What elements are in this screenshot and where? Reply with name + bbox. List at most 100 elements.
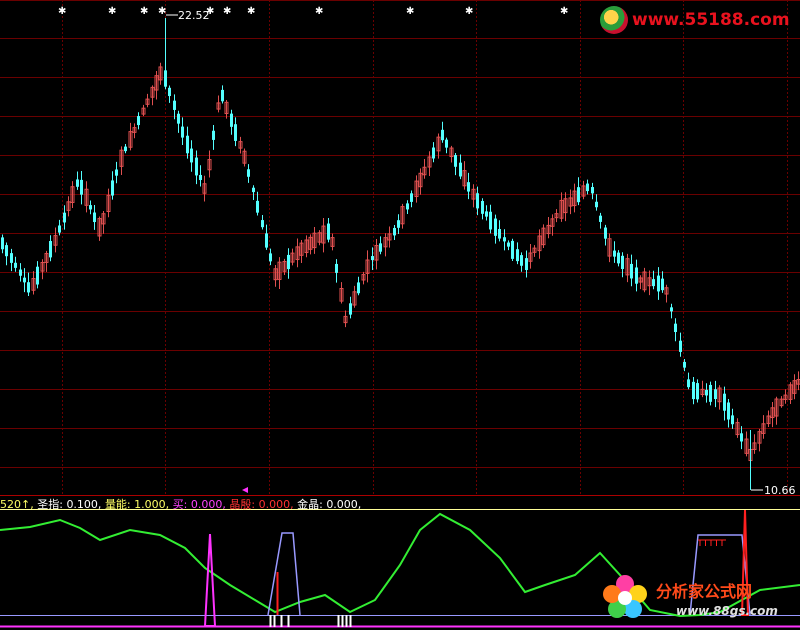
candle-body-down — [740, 433, 743, 442]
candle-body-down — [115, 169, 118, 176]
candle-body-down — [1, 237, 4, 250]
candle-body-down — [357, 282, 360, 294]
candle-body-down — [670, 307, 673, 312]
candle-body-down — [494, 218, 497, 236]
candle-body-down — [507, 242, 510, 247]
candle-body-down — [93, 212, 96, 223]
candle-body-down — [393, 227, 396, 236]
candle-body-down — [252, 187, 255, 193]
candle-body-down — [705, 389, 708, 396]
candle-body-down — [683, 361, 686, 368]
candle-body-down — [327, 223, 330, 240]
candle-body-down — [379, 243, 382, 252]
magenta-buy-spike — [203, 533, 217, 627]
candle-body-down — [406, 203, 409, 210]
legend-arrow-icon — [242, 487, 248, 493]
candle-body-down — [58, 225, 61, 233]
legend-value-jingyin: 0.000, — [258, 498, 294, 511]
candle-body-down — [511, 240, 514, 259]
signal-star-icon: ✱ — [560, 6, 569, 17]
candle-body-down — [335, 263, 338, 273]
legend-prefix: 520↑, — [0, 498, 34, 511]
candle-body-down — [617, 252, 620, 264]
candle-body-down — [349, 303, 352, 315]
candle-body-down — [657, 275, 660, 292]
legend-label-jinjing: 金晶: — [297, 498, 323, 511]
legend-label-jingyin: 晶殷: — [229, 498, 256, 511]
candle-body-down — [679, 340, 682, 352]
candle-body-down — [181, 126, 184, 138]
candle-body-down — [177, 113, 180, 124]
candle-body-down — [19, 269, 22, 276]
candle-body-down — [454, 155, 457, 167]
candle-body-down — [621, 255, 624, 269]
watermark-88gs-cn: 分析家公式网 — [656, 582, 753, 601]
flower-logo-icon — [603, 575, 647, 618]
high-price-label: 22.52 — [178, 9, 210, 22]
candle-body-down — [124, 146, 127, 152]
candle-body-down — [727, 402, 730, 420]
candlestick-series[interactable] — [1, 18, 800, 490]
candle-body-down — [371, 256, 374, 261]
signal-star-icon: ✱ — [158, 6, 167, 17]
candle-body-down — [36, 266, 39, 285]
candle-body-down — [604, 227, 607, 239]
legend-value-shengzhi: 0.100, — [66, 498, 102, 511]
legend-label-liangneng: 量能: — [104, 498, 131, 511]
candle-body-down — [397, 220, 400, 228]
candle-body-down — [503, 237, 506, 242]
candle-body-down — [516, 249, 519, 262]
candle-body-down — [168, 87, 171, 97]
candle-body-down — [10, 253, 13, 263]
candle-body-down — [687, 379, 690, 388]
candle-body-down — [467, 182, 470, 192]
candle-body-down — [23, 277, 26, 283]
candle-body-down — [199, 174, 202, 181]
signal-star-icon: ✱ — [247, 6, 256, 17]
signal-star-icon: ✱ — [315, 6, 324, 17]
55188-logo-icon — [600, 6, 628, 34]
candle-body-down — [696, 383, 699, 400]
candle-body-down — [674, 323, 677, 333]
candle-body-down — [613, 250, 616, 257]
chart-canvas[interactable] — [0, 0, 800, 630]
candle-body-down — [714, 389, 717, 400]
candle-body-down — [190, 148, 193, 163]
candle-body-down — [432, 147, 435, 159]
candle-body-down — [723, 393, 726, 411]
candle-body-down — [498, 229, 501, 239]
candle-body-down — [27, 282, 30, 293]
candle-body-down — [265, 233, 268, 248]
candle-body-down — [80, 179, 83, 195]
signal-star-icon: ✱ — [58, 6, 67, 17]
signal-star-icon: ✱ — [108, 6, 117, 17]
candle-body-down — [111, 180, 114, 196]
candle-body-down — [630, 263, 633, 279]
violet-trapezoid — [267, 532, 301, 616]
candle-body-down — [595, 201, 598, 208]
extreme-markers — [166, 14, 763, 493]
candle-body-down — [481, 200, 484, 214]
indicator-legend: 520↑, 圣指: 0.100, 量能: 1.000, 买: 0.000, 晶殷… — [0, 496, 362, 511]
candle-body-down — [212, 130, 215, 140]
candle-body-down — [525, 258, 528, 271]
candle-body-down — [661, 278, 664, 291]
legend-value-liangneng: 1.000, — [134, 498, 170, 511]
candle-body-down — [247, 169, 250, 177]
legend-value-jinjing: 0.000, — [326, 498, 362, 511]
candle-body-down — [269, 253, 272, 262]
candle-body-down — [652, 279, 655, 287]
candle-body-down — [287, 254, 290, 270]
watermark-88gs-url: www.88gs.com — [676, 604, 778, 618]
candle-body-down — [49, 241, 52, 258]
signal-star-icon: ✱ — [465, 6, 474, 17]
candle-body-down — [76, 179, 79, 187]
signal-star-icon: ✱ — [140, 6, 149, 17]
candle-body-down — [137, 116, 140, 126]
watermark-55188-text: www.55188.com — [632, 10, 790, 30]
candle-body-down — [173, 100, 176, 110]
candle-body-down — [256, 200, 259, 213]
candle-body-down — [577, 187, 580, 203]
signal-star-icon: ✱ — [406, 6, 415, 17]
candle-body-down — [599, 215, 602, 222]
